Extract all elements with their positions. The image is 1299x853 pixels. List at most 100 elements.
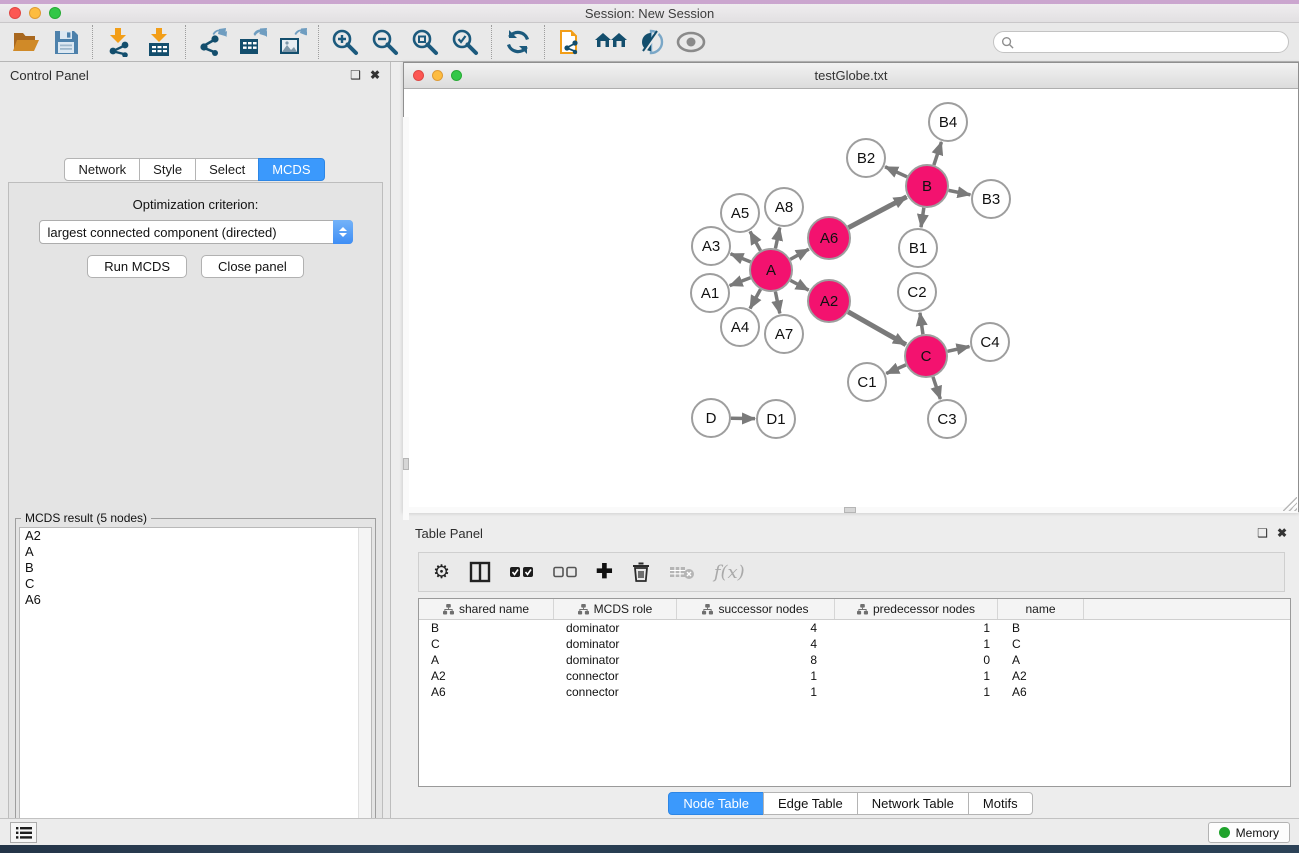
table-cell[interactable]: B: [419, 621, 554, 635]
refresh-icon[interactable]: [498, 25, 538, 59]
graph-node-C[interactable]: C: [905, 335, 947, 377]
open-folder-icon[interactable]: [6, 25, 46, 59]
table-cell[interactable]: C: [998, 637, 1084, 651]
graph-edge-B-B4[interactable]: [934, 142, 942, 165]
graph-node-A2[interactable]: A2: [808, 280, 850, 322]
table-cell[interactable]: B: [998, 621, 1084, 635]
graph-edge-C-C4[interactable]: [947, 346, 969, 351]
result-item[interactable]: A: [20, 544, 371, 560]
memory-button[interactable]: Memory: [1208, 822, 1290, 843]
graph-edge-A-A2[interactable]: [790, 280, 808, 290]
function-builder-icon[interactable]: f(x): [714, 562, 745, 583]
window-resize-grip[interactable]: [1283, 497, 1297, 511]
network-vertical-scrollbar[interactable]: [403, 117, 409, 539]
table-cell[interactable]: 4: [677, 637, 835, 651]
graph-node-D1[interactable]: D1: [757, 400, 795, 438]
close-panel-icon[interactable]: ✖: [370, 69, 380, 81]
criterion-dropdown[interactable]: largest connected component (directed): [39, 220, 353, 244]
export-table-icon[interactable]: [232, 25, 272, 59]
graph-node-A[interactable]: A: [750, 249, 792, 291]
column-header-successor-nodes[interactable]: successor nodes: [677, 599, 835, 619]
graph-edge-A-A8[interactable]: [775, 228, 779, 249]
graph-edge-A2-C[interactable]: [848, 312, 906, 345]
graph-node-B1[interactable]: B1: [899, 229, 937, 267]
graph-edge-A-A1[interactable]: [730, 278, 751, 286]
float-panel-icon[interactable]: ❑: [350, 69, 361, 81]
task-history-button[interactable]: [10, 822, 37, 843]
result-item[interactable]: A2: [20, 528, 371, 544]
result-list-scrollbar[interactable]: [358, 528, 371, 853]
node-table[interactable]: shared nameMCDS rolesuccessor nodesprede…: [418, 598, 1291, 787]
table-cell[interactable]: connector: [554, 669, 677, 683]
table-cell[interactable]: A2: [998, 669, 1084, 683]
export-network-icon[interactable]: [192, 25, 232, 59]
new-network-from-file-icon[interactable]: [551, 25, 591, 59]
result-item[interactable]: C: [20, 576, 371, 592]
graph-edge-B-B3[interactable]: [949, 190, 971, 194]
tab-mcds[interactable]: MCDS: [258, 158, 324, 181]
table-cell[interactable]: C: [419, 637, 554, 651]
graph-edge-C-C3[interactable]: [933, 377, 940, 399]
graph-node-A5[interactable]: A5: [721, 194, 759, 232]
graph-node-C4[interactable]: C4: [971, 323, 1009, 361]
graph-edge-A6-B[interactable]: [848, 197, 906, 228]
graph-node-C3[interactable]: C3: [928, 400, 966, 438]
close-table-panel-icon[interactable]: ✖: [1277, 527, 1287, 539]
table-row[interactable]: A2connector11A2: [419, 668, 1290, 684]
column-header-shared-name[interactable]: shared name: [419, 599, 554, 619]
graph-node-C2[interactable]: C2: [898, 273, 936, 311]
graph-node-B2[interactable]: B2: [847, 139, 885, 177]
zoom-fit-icon[interactable]: [405, 25, 445, 59]
graph-edge-A-A4[interactable]: [750, 289, 760, 308]
table-cell[interactable]: A6: [998, 685, 1084, 699]
graph-node-D[interactable]: D: [692, 399, 730, 437]
graph-node-A8[interactable]: A8: [765, 188, 803, 226]
table-row[interactable]: A6connector11A6: [419, 684, 1290, 700]
table-cell[interactable]: 1: [677, 685, 835, 699]
graph-node-A6[interactable]: A6: [808, 217, 850, 259]
select-all-rows-icon[interactable]: [510, 566, 534, 578]
graph-node-B3[interactable]: B3: [972, 180, 1010, 218]
network-horizontal-scrollbar[interactable]: [404, 507, 1298, 513]
run-mcds-button[interactable]: Run MCDS: [87, 255, 187, 278]
table-cell[interactable]: A: [419, 653, 554, 667]
graph-node-A3[interactable]: A3: [692, 227, 730, 265]
tab-edge-table[interactable]: Edge Table: [763, 792, 858, 815]
graph-edge-A-A6[interactable]: [790, 249, 809, 259]
export-image-icon[interactable]: [272, 25, 312, 59]
table-settings-icon[interactable]: ⚙: [433, 563, 450, 582]
table-cell[interactable]: 4: [677, 621, 835, 635]
network-window-titlebar[interactable]: testGlobe.txt: [404, 63, 1298, 89]
import-network-icon[interactable]: [99, 25, 139, 59]
tab-network-table[interactable]: Network Table: [857, 792, 969, 815]
graph-edge-A-A3[interactable]: [730, 254, 750, 262]
zoom-in-icon[interactable]: [325, 25, 365, 59]
table-row[interactable]: Cdominator41C: [419, 636, 1290, 652]
graph-node-A7[interactable]: A7: [765, 315, 803, 353]
column-header-name[interactable]: name: [998, 599, 1084, 619]
save-icon[interactable]: [46, 25, 86, 59]
result-item[interactable]: A6: [20, 592, 371, 608]
graph-node-B4[interactable]: B4: [929, 103, 967, 141]
column-header-predecessor-nodes[interactable]: predecessor nodes: [835, 599, 998, 619]
delete-column-icon[interactable]: [632, 562, 650, 582]
table-cell[interactable]: A2: [419, 669, 554, 683]
network-graph[interactable]: AA6A2BCA5A8A3A1A4A7B2B4B3B1C2C4C1C3DD1: [404, 90, 1298, 512]
table-cell[interactable]: A6: [419, 685, 554, 699]
graph-edge-A-A7[interactable]: [775, 292, 779, 314]
table-row[interactable]: Adominator80A: [419, 652, 1290, 668]
table-cell[interactable]: dominator: [554, 653, 677, 667]
tab-style[interactable]: Style: [139, 158, 196, 181]
graph-edge-C-C2[interactable]: [920, 313, 923, 334]
bird-eye-view-icon[interactable]: [671, 25, 711, 59]
search-input[interactable]: [1018, 35, 1288, 49]
table-cell[interactable]: A: [998, 653, 1084, 667]
table-cell[interactable]: connector: [554, 685, 677, 699]
network-canvas[interactable]: AA6A2BCA5A8A3A1A4A7B2B4B3B1C2C4C1C3DD1: [404, 90, 1298, 512]
table-cell[interactable]: 1: [835, 669, 998, 683]
zoom-selected-icon[interactable]: [445, 25, 485, 59]
graph-edge-A-A5[interactable]: [750, 231, 760, 250]
deselect-all-rows-icon[interactable]: [553, 566, 577, 578]
delete-table-icon[interactable]: [669, 564, 695, 580]
add-column-icon[interactable]: ✚: [596, 562, 613, 582]
